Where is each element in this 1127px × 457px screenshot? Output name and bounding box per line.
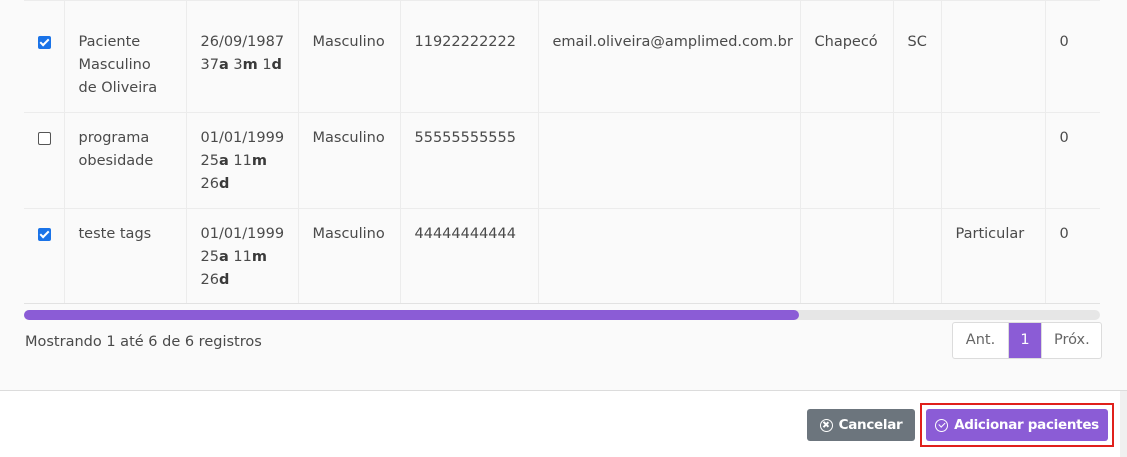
row-checkbox[interactable] — [38, 36, 51, 49]
state — [892, 208, 941, 303]
count: 0 — [1044, 112, 1100, 209]
age: 25a 11m 26d — [200, 153, 267, 192]
patient-name: Paciente Masculino de Oliveira — [63, 0, 186, 113]
phone: 55555555555 — [399, 112, 538, 209]
email — [537, 208, 800, 303]
health-plan: Particular — [940, 208, 1045, 303]
row-select-cell — [24, 209, 64, 304]
patients-table: Paciente Masculino de Oliveira 26/09/1987… — [24, 0, 1100, 304]
age: 37a 3m 1d — [200, 57, 282, 73]
birth-date: 01/01/1999 — [200, 130, 285, 146]
cancel-button-label: Cancelar — [838, 417, 903, 433]
horizontal-scrollbar-thumb[interactable] — [24, 310, 799, 320]
table-row: teste tags 01/01/1999 25a 11m 26d Masculino… — [24, 208, 1100, 304]
pagination-prev-button[interactable]: Ant. — [953, 323, 1009, 358]
row-checkbox[interactable] — [38, 228, 51, 241]
check-circle-icon — [935, 418, 949, 432]
add-patients-button-label: Adicionar pacientes — [954, 417, 1099, 433]
city — [799, 208, 893, 303]
count: 0 — [1044, 0, 1100, 113]
gender: Masculino — [297, 208, 400, 303]
pagination-page-1[interactable]: 1 — [1009, 323, 1041, 358]
pagination-next-button[interactable]: Próx. — [1041, 323, 1101, 358]
health-plan — [940, 112, 1045, 209]
birth-date-cell: 01/01/1999 25a 11m 26d — [185, 112, 298, 209]
row-checkbox[interactable] — [38, 132, 51, 145]
city: Chapecó — [799, 0, 893, 113]
city — [799, 112, 893, 209]
birth-date-cell: 26/09/1987 37a 3m 1d — [185, 0, 298, 113]
table-row: programa obesidade 01/01/1999 25a 11m 26d M… — [24, 112, 1100, 209]
patients-table-container: Paciente Masculino de Oliveira 26/09/1987… — [24, 0, 1100, 304]
row-select-cell — [24, 113, 64, 209]
age: 25a 11m 26d — [200, 249, 267, 288]
records-count-text: Mostrando 1 até 6 de 6 registros — [25, 334, 262, 350]
close-circle-icon — [819, 418, 833, 432]
gender: Masculino — [297, 112, 400, 209]
patient-name: programa obesidade — [63, 112, 186, 209]
gender: Masculino — [297, 0, 400, 113]
phone: 11922222222 — [399, 0, 538, 113]
patient-name: teste tags — [63, 208, 186, 303]
window-edge — [1120, 391, 1127, 457]
birth-date: 26/09/1987 — [200, 34, 285, 50]
email: email.oliveira@amplimed.com.br — [537, 0, 800, 113]
cancel-button[interactable]: Cancelar — [807, 409, 915, 441]
add-patients-button[interactable]: Adicionar pacientes — [926, 409, 1108, 441]
birth-date: 01/01/1999 — [200, 226, 285, 242]
state — [892, 112, 941, 209]
table-row: Paciente Masculino de Oliveira 26/09/1987… — [24, 0, 1100, 113]
email — [537, 112, 800, 209]
pagination: Ant. 1 Próx. — [952, 322, 1102, 359]
birth-date-cell: 01/01/1999 25a 11m 26d — [185, 208, 298, 303]
state: SC — [892, 0, 941, 113]
health-plan — [940, 0, 1045, 113]
row-select-cell — [24, 1, 64, 113]
count: 0 — [1044, 208, 1100, 303]
modal-body: Paciente Masculino de Oliveira 26/09/1987… — [0, 0, 1127, 391]
phone: 44444444444 — [399, 208, 538, 303]
